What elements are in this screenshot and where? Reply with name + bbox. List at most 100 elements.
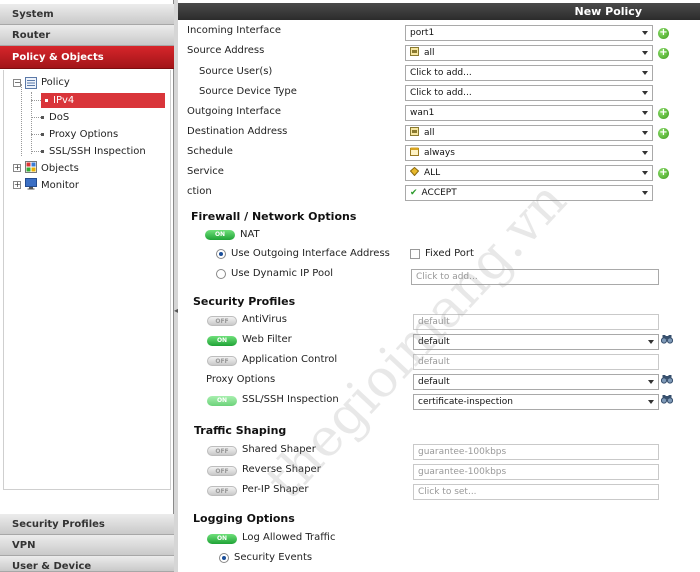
outgoing-interface-select[interactable]: wan1 — [405, 105, 653, 121]
use-outgoing-radio[interactable] — [216, 249, 226, 259]
schedule-value: always — [424, 148, 455, 158]
address-object-icon — [410, 127, 419, 136]
proxy-options-select[interactable]: default — [413, 374, 659, 390]
source-address-label: Source Address — [187, 45, 265, 56]
nav-user-device[interactable]: User & Device — [0, 556, 174, 572]
nat-label: NAT — [240, 229, 260, 240]
tree-item-label: DoS — [49, 112, 70, 123]
destination-address-value: all — [424, 128, 435, 138]
tree-item-dos[interactable]: DoS — [41, 110, 69, 125]
use-dynamic-pool-radio[interactable] — [216, 269, 226, 279]
app-control-label: Application Control — [242, 354, 338, 365]
chevron-down-icon — [642, 111, 648, 115]
antivirus-toggle[interactable]: OFF — [207, 316, 237, 326]
bullet-icon — [41, 115, 44, 119]
objects-icon — [25, 161, 37, 173]
tree-item-policy[interactable]: Policy — [41, 75, 70, 90]
address-object-icon — [410, 47, 419, 56]
nav-security-profiles[interactable]: Security Profiles — [0, 514, 174, 535]
tree-connector — [21, 84, 22, 156]
shared-shaper-toggle[interactable]: OFF — [207, 446, 237, 456]
schedule-icon — [410, 147, 419, 156]
firewall-section-heading: Firewall / Network Options — [191, 210, 357, 223]
per-ip-shaper-toggle[interactable]: OFF — [207, 486, 237, 496]
chevron-down-icon — [642, 151, 648, 155]
outgoing-interface-value: wan1 — [410, 108, 435, 118]
outgoing-interface-label: Outgoing Interface — [187, 106, 282, 117]
add-icon[interactable]: + — [658, 48, 669, 59]
nav-tree: − Policy IPv4 DoS Proxy Options SSL/SSH … — [3, 70, 171, 490]
schedule-label: Schedule — [187, 146, 233, 157]
incoming-interface-value: port1 — [410, 28, 435, 38]
bullet-icon — [41, 149, 44, 153]
web-filter-toggle[interactable]: ON — [207, 336, 237, 346]
chevron-down-icon — [642, 31, 648, 35]
expand-icon[interactable]: + — [13, 181, 21, 189]
use-dynamic-pool-label: Use Dynamic IP Pool — [231, 268, 333, 279]
chevron-down-icon — [642, 71, 648, 75]
traffic-shaping-heading: Traffic Shaping — [194, 424, 287, 437]
schedule-select[interactable]: always — [405, 145, 653, 161]
proxy-options-value: default — [418, 377, 450, 387]
check-icon: ✔ — [410, 188, 418, 198]
ssl-ssh-value: certificate-inspection — [418, 397, 513, 407]
incoming-interface-label: Incoming Interface — [187, 25, 282, 36]
tree-item-proxy-options[interactable]: Proxy Options — [41, 127, 118, 142]
nav-policy-objects[interactable]: Policy & Objects — [0, 46, 174, 69]
tree-item-ssl-ssh[interactable]: SSL/SSH Inspection — [41, 144, 146, 159]
chevron-down-icon — [642, 131, 648, 135]
source-device-type-select[interactable]: Click to add... — [405, 85, 653, 101]
ssl-ssh-toggle[interactable]: ON — [207, 396, 237, 406]
bullet-icon — [41, 132, 44, 136]
source-address-select[interactable]: all — [405, 45, 653, 61]
per-ip-shaper-select[interactable]: Click to set... — [413, 484, 659, 500]
add-icon[interactable]: + — [658, 168, 669, 179]
shared-shaper-select[interactable]: guarantee-100kbps — [413, 444, 659, 460]
collapse-icon[interactable]: − — [13, 79, 21, 87]
source-users-value: Click to add... — [410, 68, 472, 78]
tree-item-objects[interactable]: Objects — [41, 161, 79, 176]
tree-item-label: IPv4 — [53, 95, 75, 106]
source-device-type-label: Source Device Type — [199, 86, 297, 97]
app-control-toggle[interactable]: OFF — [207, 356, 237, 366]
tree-connector — [31, 100, 41, 101]
destination-address-select[interactable]: all — [405, 125, 653, 141]
nat-toggle[interactable]: ON — [205, 230, 235, 240]
fixed-port-checkbox[interactable] — [410, 249, 420, 259]
add-icon[interactable]: + — [658, 28, 669, 39]
source-users-label: Source User(s) — [199, 66, 273, 77]
reverse-shaper-select[interactable]: guarantee-100kbps — [413, 464, 659, 480]
add-icon[interactable]: + — [658, 108, 669, 119]
incoming-interface-select[interactable]: port1 — [405, 25, 653, 41]
chevron-down-icon — [648, 380, 654, 384]
tree-item-monitor[interactable]: Monitor — [41, 178, 79, 193]
expand-icon[interactable]: + — [13, 164, 21, 172]
nav-router[interactable]: Router — [0, 25, 174, 46]
source-device-type-value: Click to add... — [410, 88, 472, 98]
add-icon[interactable]: + — [658, 128, 669, 139]
source-users-select[interactable]: Click to add... — [405, 65, 653, 81]
nav-vpn[interactable]: VPN — [0, 535, 174, 556]
log-allowed-label: Log Allowed Traffic — [242, 532, 336, 543]
nav-system[interactable]: System — [0, 4, 174, 25]
binoculars-icon[interactable] — [661, 394, 673, 404]
sidebar: System Router Policy & Objects − Policy … — [0, 0, 174, 572]
tree-item-ipv4[interactable]: IPv4 — [41, 93, 165, 108]
ssl-ssh-select[interactable]: certificate-inspection — [413, 394, 659, 410]
web-filter-label: Web Filter — [242, 334, 292, 345]
binoculars-icon[interactable] — [661, 334, 673, 344]
chevron-down-icon — [648, 400, 654, 404]
chevron-down-icon — [642, 171, 648, 175]
security-events-label: Security Events — [234, 552, 313, 563]
reverse-shaper-toggle[interactable]: OFF — [207, 466, 237, 476]
tree-connector — [31, 92, 32, 154]
action-label: ction — [187, 186, 212, 197]
service-value: ALL — [424, 168, 441, 178]
security-profiles-heading: Security Profiles — [193, 295, 296, 308]
app-control-select[interactable]: default — [413, 354, 659, 370]
security-events-radio[interactable] — [219, 553, 229, 563]
policy-list-icon — [25, 77, 37, 89]
bullet-icon — [45, 98, 48, 102]
binoculars-icon[interactable] — [661, 374, 673, 384]
log-allowed-toggle[interactable]: ON — [207, 534, 237, 544]
